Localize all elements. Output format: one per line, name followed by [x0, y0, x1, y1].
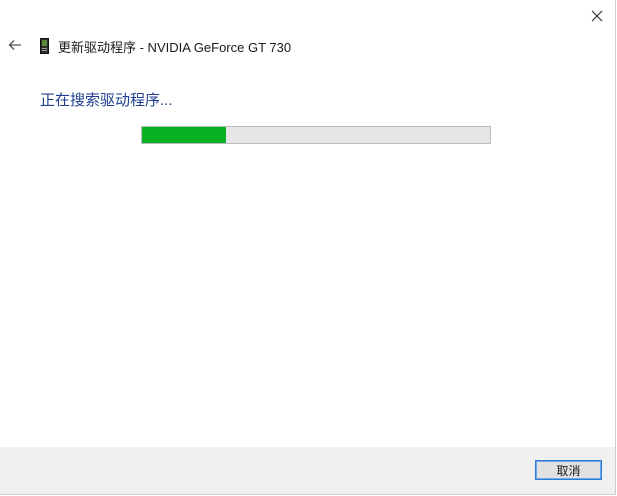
window-title: 更新驱动程序 - NVIDIA GeForce GT 730 [58, 40, 292, 55]
gpu-device-icon [40, 38, 49, 54]
progress-fill [142, 127, 226, 143]
search-progress-bar [141, 126, 491, 144]
back-arrow-icon [8, 40, 21, 50]
close-icon [591, 10, 603, 22]
close-button[interactable] [580, 2, 614, 30]
back-button[interactable] [4, 34, 26, 56]
footer-bar [0, 447, 615, 494]
cancel-button[interactable]: 取消 [535, 460, 602, 480]
search-status-text: 正在搜索驱动程序... [40, 92, 173, 109]
update-driver-window: 更新驱动程序 - NVIDIA GeForce GT 730 正在搜索驱动程序.… [0, 0, 616, 495]
